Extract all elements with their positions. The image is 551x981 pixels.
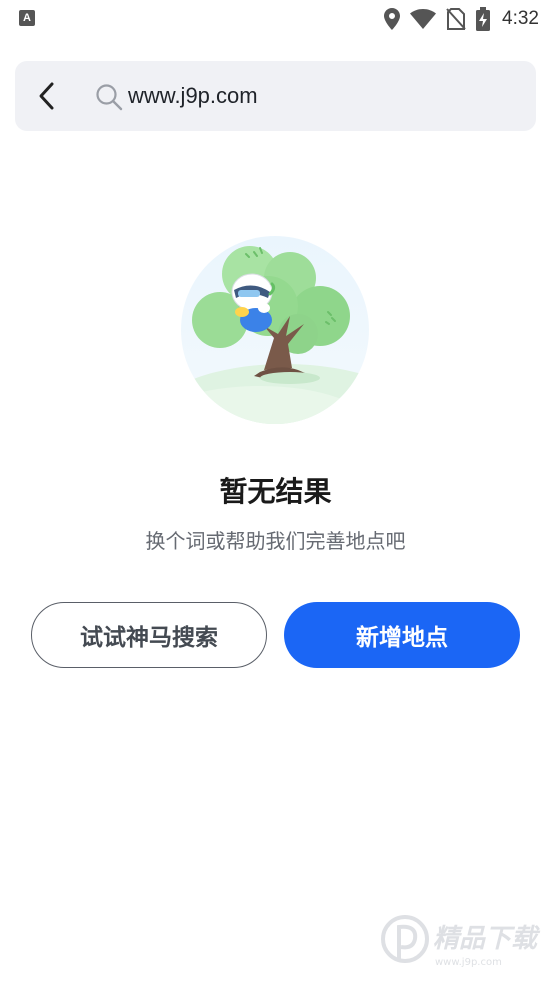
no-sim-icon: [446, 8, 466, 30]
wifi-icon: [410, 9, 437, 29]
battery-charging-icon: [476, 7, 491, 31]
site-watermark-logo: 精品下载 www.j9p.com: [381, 915, 541, 968]
status-icons: 4:32: [384, 6, 539, 32]
search-bar: [15, 61, 536, 131]
watermark-subtext: www.j9p.com: [435, 957, 502, 968]
tree-with-character-illustration: [181, 236, 369, 424]
location-icon: [384, 8, 401, 30]
status-time: 4:32: [502, 8, 539, 29]
status-bar: A 4:32: [0, 0, 551, 38]
empty-state-description: 换个词或帮助我们完善地点吧: [145, 529, 406, 553]
add-location-button[interactable]: 新增地点: [284, 602, 520, 668]
chevron-left-icon[interactable]: [33, 79, 61, 113]
search-icon: [96, 84, 123, 111]
empty-state-title: 暂无结果: [219, 475, 332, 508]
app-notification-icon: A: [19, 10, 35, 26]
search-input[interactable]: [128, 77, 508, 115]
try-shenma-search-button[interactable]: 试试神马搜索: [31, 602, 267, 668]
watermark-text: 精品下载: [433, 924, 541, 954]
